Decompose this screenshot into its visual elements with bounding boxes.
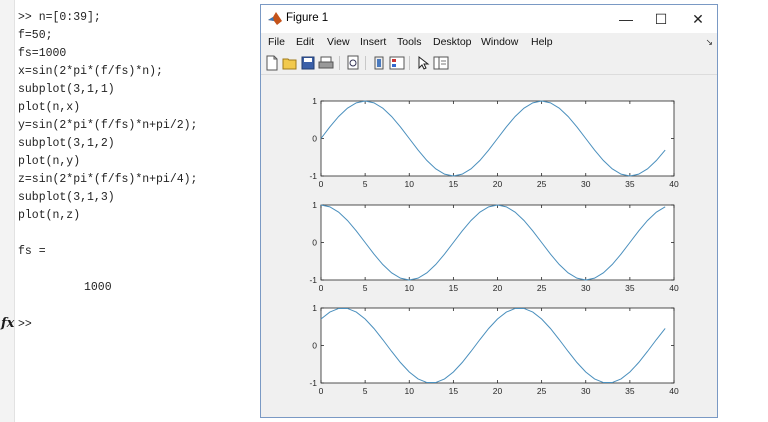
save-icon[interactable] [300,55,316,71]
y-tick-label: 1 [312,303,317,313]
x-tick-label: 15 [449,386,459,396]
command-line: x=sin(2*pi*(f/fs)*n); [18,65,163,78]
command-line: plot(n,z) [18,209,81,222]
command-window-gutter [0,0,15,422]
insert-legend-icon[interactable] [389,55,405,71]
menu-view[interactable]: View [327,36,350,48]
y-tick-label: 0 [312,341,317,351]
axes-box [320,204,675,281]
figure-plot-area: 0 5 10 15 20 25 30 35 40 -1 0 1 0 5 10 15 20 25 30 35 40 -1 0 1… [261,75,717,417]
command-line: subplot(3,1,3) [18,191,115,204]
link-icon[interactable] [371,55,387,71]
x-tick-label: 40 [669,386,679,396]
open-file-icon[interactable] [282,55,298,71]
matlab-logo-icon [268,12,282,25]
y-tick-label: 1 [312,96,317,106]
command-line: plot(n,x) [18,101,81,114]
command-line: >> n=[0:39]; [18,11,101,24]
menu-help[interactable]: Help [531,36,553,48]
x-tick-label: 20 [493,386,503,396]
output-variable: fs = [18,245,46,258]
x-tick-label: 30 [581,179,591,189]
subplots-canvas: 0 5 10 15 20 25 30 35 40-1010 5 10 15 20 25 30 35 40-101… [309,96,679,396]
command-line: z=sin(2*pi*(f/fs)*n+pi/4); [18,173,198,186]
x-tick-label: 35 [625,386,635,396]
new-figure-icon[interactable] [264,55,280,71]
menu-file[interactable]: File [268,36,285,48]
menu-insert[interactable]: Insert [360,36,386,48]
x-tick-label: 20 [493,179,503,189]
figure-toolbar [261,52,717,75]
command-window[interactable]: >> n=[0:39]; f=50; fs=1000 x=sin(2*pi*(f… [14,0,260,422]
x-tick-label: 0 [319,283,324,293]
figure-menubar: File Edit View Insert Tools Desktop Wind… [261,35,717,51]
y-tick-label: 1 [312,200,317,210]
toolbar-separator [409,56,410,70]
x-tick-label: 15 [449,179,459,189]
x-tick-label: 25 [537,283,547,293]
toolbar-separator [339,56,340,70]
x-tick-label: 15 [449,283,459,293]
figure-window[interactable]: Figure 1 — ☐ ✕ File Edit View Insert Too… [260,4,718,418]
edit-plot-icon[interactable] [415,55,431,71]
x-tick-label: 10 [405,179,415,189]
toolbar-separator [365,56,366,70]
x-tick-label: 25 [537,179,547,189]
command-line: subplot(3,1,2) [18,137,115,150]
output-value: 1000 [84,281,112,294]
figure-title: Figure 1 [286,12,329,24]
menu-edit[interactable]: Edit [296,36,314,48]
x-tick-label: 0 [319,386,324,396]
print-preview-icon[interactable] [345,55,361,71]
x-tick-label: 5 [363,283,368,293]
menu-tools[interactable]: Tools [397,36,422,48]
property-inspector-icon[interactable] [433,55,449,71]
menu-desktop[interactable]: Desktop [433,36,472,48]
command-line: fs=1000 [18,47,67,60]
command-prompt[interactable]: >> [18,318,32,332]
y-tick-label: -1 [309,275,317,285]
x-tick-label: 0 [319,179,324,189]
fx-icon[interactable]: fx [1,316,14,331]
command-line: subplot(3,1,1) [18,83,115,96]
minimize-button[interactable]: — [611,9,641,29]
menu-expand-icon[interactable]: ↘ [705,37,713,48]
maximize-button[interactable]: ☐ [646,9,676,29]
x-tick-label: 40 [669,179,679,189]
x-tick-label: 20 [493,283,503,293]
print-icon[interactable] [318,55,334,71]
x-tick-label: 40 [669,283,679,293]
command-line: f=50; [18,29,53,42]
x-tick-label: 10 [405,386,415,396]
x-tick-label: 30 [581,283,591,293]
menu-window[interactable]: Window [481,36,518,48]
y-tick-label: 0 [312,134,317,144]
command-line: plot(n,y) [18,155,81,168]
figure-titlebar[interactable]: Figure 1 — ☐ ✕ [261,5,717,33]
x-tick-label: 35 [625,179,635,189]
y-tick-label: -1 [309,171,317,181]
x-tick-label: 5 [363,386,368,396]
x-tick-label: 35 [625,283,635,293]
y-tick-label: -1 [309,378,317,388]
x-tick-label: 30 [581,386,591,396]
y-tick-label: 0 [312,238,317,248]
command-line: y=sin(2*pi*(f/fs)*n+pi/2); [18,119,198,132]
x-tick-label: 10 [405,283,415,293]
x-tick-label: 5 [363,179,368,189]
close-button[interactable]: ✕ [683,9,713,29]
x-tick-label: 25 [537,386,547,396]
